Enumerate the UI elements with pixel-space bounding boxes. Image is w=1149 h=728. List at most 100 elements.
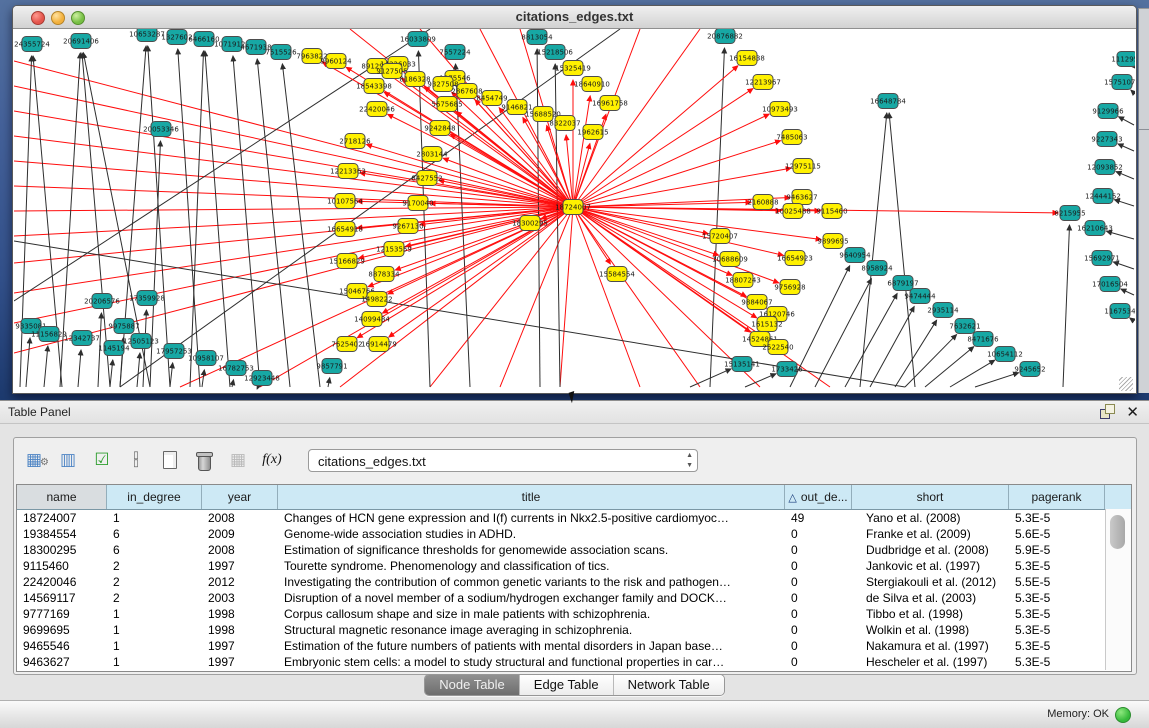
network-node[interactable]: 20206576 — [84, 294, 120, 309]
network-node[interactable]: 24355724 — [14, 37, 50, 52]
edge[interactable] — [1118, 144, 1134, 151]
table-cell[interactable]: Disruption of a novel member of a sodium… — [278, 590, 785, 606]
network-node[interactable]: 2160888 — [747, 195, 778, 210]
network-node[interactable]: 2935114 — [927, 303, 959, 318]
column-header-name[interactable]: name — [17, 485, 107, 509]
edge[interactable] — [443, 158, 573, 207]
network-node[interactable]: 7485063 — [776, 130, 807, 145]
edge[interactable] — [282, 64, 320, 387]
edge[interactable] — [78, 350, 81, 387]
table-cell[interactable]: 1 — [107, 638, 202, 654]
table-cell[interactable]: Estimation of the future numbers of pati… — [278, 638, 785, 654]
table-cell[interactable]: 0 — [785, 558, 852, 574]
network-node[interactable]: 10688609 — [712, 252, 748, 267]
network-node[interactable]: 15584554 — [599, 267, 635, 282]
table-cell[interactable]: Tibbo et al. (1998) — [852, 606, 1009, 622]
table-cell[interactable]: 6 — [107, 526, 202, 542]
edge[interactable] — [573, 207, 640, 387]
network-node[interactable]: 15692971 — [1084, 251, 1120, 266]
table-mode-icon[interactable]: ▦⚙ — [22, 448, 46, 472]
table-row[interactable]: 1830029562008Estimation of significance … — [17, 542, 1131, 558]
table-cell[interactable]: 22420046 — [17, 574, 107, 590]
table-cell[interactable]: Nakamura et al. (1997) — [852, 638, 1009, 654]
table-cell[interactable]: 1997 — [202, 558, 278, 574]
edge[interactable] — [573, 141, 781, 207]
table-row[interactable]: 977716911998Corpus callosum shape and si… — [17, 606, 1131, 622]
table-cell[interactable]: 5.3E-5 — [1009, 622, 1105, 638]
table-cell[interactable]: 5.3E-5 — [1009, 638, 1105, 654]
network-node[interactable]: 15325419 — [555, 61, 591, 76]
table-cell[interactable]: Dudbridge et al. (2008) — [852, 542, 1009, 558]
table-cell[interactable]: 1997 — [202, 654, 278, 670]
network-node[interactable]: 2718126 — [339, 134, 371, 149]
table-cell[interactable]: 5.6E-5 — [1009, 526, 1105, 542]
network-node[interactable]: 1962615 — [577, 125, 608, 140]
tab-network-table[interactable]: Network Table — [614, 675, 724, 695]
table-cell[interactable]: Estimation of significance thresholds fo… — [278, 542, 785, 558]
network-node[interactable]: 12213967 — [745, 75, 781, 90]
edge[interactable] — [815, 279, 871, 387]
table-cell[interactable]: 5.9E-5 — [1009, 542, 1105, 558]
network-node[interactable]: 9975887 — [108, 319, 139, 334]
edge[interactable] — [1130, 318, 1134, 321]
edge[interactable] — [26, 338, 30, 387]
table-cell[interactable]: Tourette syndrome. Phenomenology and cla… — [278, 558, 785, 574]
table-cell[interactable]: 1998 — [202, 606, 278, 622]
edge[interactable] — [710, 48, 724, 387]
table-cell[interactable]: 2008 — [202, 542, 278, 558]
network-node[interactable]: 10654112 — [987, 347, 1023, 362]
network-node[interactable]: 15751074 — [1104, 75, 1135, 90]
edge[interactable] — [745, 374, 776, 387]
import-table-icon[interactable]: ▦ — [226, 448, 250, 472]
table-cell[interactable]: 5.3E-5 — [1009, 654, 1105, 670]
tab-edge-table[interactable]: Edge Table — [520, 675, 614, 695]
network-node[interactable]: 17016504 — [1092, 277, 1128, 292]
network-node[interactable]: 16210643 — [1077, 221, 1113, 236]
network-node[interactable]: 16648784 — [870, 94, 906, 109]
table-cell[interactable]: 2 — [107, 574, 202, 590]
table-cell[interactable]: 5.5E-5 — [1009, 574, 1105, 590]
column-header-year[interactable]: year — [202, 485, 278, 509]
table-cell[interactable]: 9465546 — [17, 638, 107, 654]
table-body[interactable]: 1872400712008Changes of HCN gene express… — [17, 510, 1131, 670]
column-header-title[interactable]: title — [278, 485, 785, 509]
vertical-scrollbar[interactable] — [1105, 509, 1131, 670]
table-row[interactable]: 1872400712008Changes of HCN gene express… — [17, 510, 1131, 526]
table-row[interactable]: 969969511998Structural magnetic resonanc… — [17, 622, 1131, 638]
network-node[interactable]: 9463627 — [786, 190, 817, 205]
edge[interactable] — [573, 29, 700, 207]
table-cell[interactable]: 2 — [107, 558, 202, 574]
table-cell[interactable]: Stergiakouli et al. (2012) — [852, 574, 1009, 590]
edge[interactable] — [430, 207, 573, 387]
network-node[interactable]: 16782753 — [218, 361, 254, 376]
table-header-row[interactable]: namein_degreeyeartitle△out_de...shortpag… — [17, 485, 1131, 510]
network-window-titlebar[interactable]: citations_edges.txt — [13, 6, 1136, 29]
network-node[interactable]: 16154838 — [729, 51, 765, 66]
network-node[interactable]: 7625402 — [331, 337, 362, 352]
table-cell[interactable]: 1 — [107, 510, 202, 526]
table-cell[interactable]: 5.3E-5 — [1009, 606, 1105, 622]
network-node[interactable]: 18543398 — [356, 79, 392, 94]
edge[interactable] — [44, 346, 48, 387]
network-node[interactable]: 9245652 — [1014, 362, 1045, 377]
edge[interactable] — [202, 370, 204, 387]
table-cell[interactable]: 0 — [785, 622, 852, 638]
table-cell[interactable]: 5.3E-5 — [1009, 510, 1105, 526]
edge[interactable] — [1116, 172, 1134, 179]
column-header-in_degree[interactable]: in_degree — [107, 485, 202, 509]
network-node[interactable]: 20691406 — [63, 34, 99, 49]
table-cell[interactable]: 49 — [785, 510, 852, 526]
network-node[interactable]: 8813054 — [521, 30, 553, 45]
edge[interactable] — [1119, 117, 1134, 125]
table-row[interactable]: 2242004622012Investigating the contribut… — [17, 574, 1131, 590]
network-node[interactable]: 15720407 — [702, 229, 738, 244]
table-cell[interactable]: 6 — [107, 542, 202, 558]
edge[interactable] — [975, 373, 1019, 387]
table-cell[interactable]: 0 — [785, 590, 852, 606]
edge[interactable] — [328, 378, 330, 387]
column-header-pagerank[interactable]: pagerank — [1009, 485, 1105, 509]
table-cell[interactable]: Genome-wide association studies in ADHD. — [278, 526, 785, 542]
select-all-columns-icon[interactable]: ☑ — [90, 448, 114, 472]
network-node[interactable]: 9640954 — [839, 248, 871, 263]
network-node[interactable]: 1112954 — [1111, 52, 1135, 67]
